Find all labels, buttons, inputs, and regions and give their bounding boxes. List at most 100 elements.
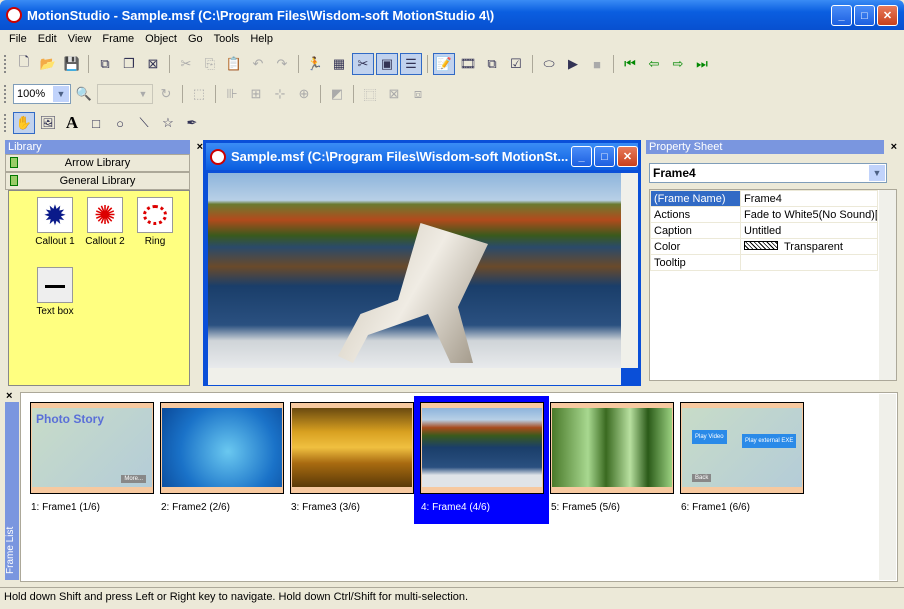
last-frame-icon[interactable]: ⏭ — [691, 53, 713, 75]
frame-list-view-icon[interactable]: ☰ — [400, 53, 422, 75]
frame-label[interactable]: 1: Frame1 (1/6) — [31, 502, 100, 513]
frame-canvas[interactable] — [208, 173, 621, 368]
document-minimize-button[interactable]: _ — [571, 146, 592, 167]
duplicate-frame-icon[interactable]: ❐ — [118, 53, 140, 75]
frame-label[interactable]: 5: Frame5 (5/6) — [551, 502, 620, 513]
horizontal-scrollbar[interactable] — [208, 368, 621, 385]
frame-label[interactable]: 2: Frame2 (2/6) — [161, 502, 230, 513]
chevron-down-icon[interactable]: ▼ — [53, 86, 69, 102]
property-value[interactable] — [740, 254, 878, 271]
image-tool-icon[interactable]: 🖼 — [37, 112, 59, 134]
vertical-scrollbar[interactable] — [879, 190, 896, 380]
menu-view[interactable]: View — [63, 33, 98, 45]
next-frame-icon[interactable]: ⇨ — [667, 53, 689, 75]
zoom-select[interactable]: 100% ▼ — [13, 84, 71, 104]
maximize-button[interactable]: □ — [854, 5, 875, 26]
vertical-scrollbar[interactable] — [621, 173, 638, 368]
menu-go[interactable]: Go — [183, 33, 209, 45]
star-tool-icon[interactable]: ☆ — [157, 112, 179, 134]
center-both-icon[interactable]: ⊕ — [293, 83, 315, 105]
checklist-icon[interactable]: ☑ — [505, 53, 527, 75]
hand-tool-icon[interactable]: ✋ — [13, 112, 35, 134]
filmstrip-icon[interactable]: 🎞 — [457, 53, 479, 75]
property-value[interactable]: Transparent — [740, 238, 878, 255]
new-icon[interactable]: 🗋 — [13, 53, 35, 75]
first-frame-icon[interactable]: ⏮ — [619, 53, 641, 75]
document-maximize-button[interactable]: □ — [594, 146, 615, 167]
undo-icon[interactable]: ↶ — [247, 53, 269, 75]
object-select[interactable]: Frame4 ▼ — [649, 163, 887, 183]
run-icon[interactable]: 🏃 — [304, 53, 326, 75]
library-item-ring[interactable]: Ring — [125, 197, 185, 247]
align-icon[interactable]: ⊪ — [221, 83, 243, 105]
menu-object[interactable]: Object — [140, 33, 183, 45]
menu-tools[interactable]: Tools — [209, 33, 246, 45]
frame-thumbnail-6[interactable]: Play Video Play external EXE Back — [680, 402, 804, 494]
play-icon[interactable]: ▶ — [562, 53, 584, 75]
menu-edit[interactable]: Edit — [33, 33, 63, 45]
library-view-icon[interactable]: ▣ — [376, 53, 398, 75]
property-row[interactable]: Tooltip — [650, 254, 878, 271]
rectangle-tool-icon[interactable]: □ — [85, 112, 107, 134]
property-row[interactable]: (Frame Name) Frame4 — [650, 190, 878, 207]
cut-icon[interactable]: ✂ — [175, 53, 197, 75]
open-icon[interactable]: 📂 — [37, 53, 59, 75]
menu-file[interactable]: File — [4, 33, 33, 45]
minimize-button[interactable]: _ — [831, 5, 852, 26]
delete-frame-icon[interactable]: ⊠ — [142, 53, 164, 75]
order-icon[interactable]: ◩ — [326, 83, 348, 105]
general-library-button[interactable]: General Library — [5, 172, 190, 190]
toolbar-grip[interactable] — [4, 114, 7, 132]
regroup-icon[interactable]: ⧈ — [407, 83, 429, 105]
frame-thumbnail-3[interactable] — [290, 402, 414, 494]
toolbar-grip[interactable] — [4, 85, 7, 103]
property-value[interactable]: Frame4 — [740, 190, 878, 207]
copy-icon[interactable]: ⎘ — [199, 53, 221, 75]
redo-icon[interactable]: ↷ — [271, 53, 293, 75]
close-button[interactable]: ✕ — [877, 5, 898, 26]
size-select[interactable]: ▼ — [97, 84, 153, 104]
paste-icon[interactable]: 📋 — [223, 53, 245, 75]
close-icon[interactable]: × — [891, 140, 897, 154]
save-icon[interactable]: 💾 — [61, 53, 83, 75]
stop-icon[interactable]: ■ — [586, 53, 608, 75]
vertical-scrollbar[interactable] — [879, 394, 896, 580]
property-value[interactable]: Untitled — [740, 222, 878, 239]
document-close-button[interactable]: ✕ — [617, 146, 638, 167]
exe-icon[interactable]: ⬭ — [538, 53, 560, 75]
transform-icon[interactable]: ⬚ — [188, 83, 210, 105]
text-tool-icon[interactable]: A — [61, 112, 83, 134]
layers-icon[interactable]: ⧉ — [481, 53, 503, 75]
menu-help[interactable]: Help — [245, 33, 279, 45]
zoom-icon[interactable]: 🔍 — [73, 83, 95, 105]
frame-thumbnail-2[interactable] — [160, 402, 284, 494]
chevron-down-icon[interactable]: ▼ — [869, 165, 885, 181]
arrow-library-button[interactable]: Arrow Library — [5, 154, 190, 172]
add-frame-icon[interactable]: ⧉ — [94, 53, 116, 75]
ungroup-icon[interactable]: ⊠ — [383, 83, 405, 105]
ellipse-tool-icon[interactable]: ○ — [109, 112, 131, 134]
grid-icon[interactable]: ▦ — [328, 53, 350, 75]
frame-label[interactable]: 4: Frame4 (4/6) — [421, 502, 490, 513]
frame-thumbnail-5[interactable] — [550, 402, 674, 494]
property-row[interactable]: Actions Fade to White5(No Sound)[ — [650, 206, 878, 223]
frame-thumbnail-4[interactable] — [420, 402, 544, 494]
line-tool-icon[interactable]: ⟍ — [133, 112, 155, 134]
toolbar-grip[interactable] — [4, 55, 7, 73]
tools-icon[interactable]: ✂ — [352, 53, 374, 75]
center-icon[interactable]: ⊞ — [245, 83, 267, 105]
property-row[interactable]: Color Transparent — [650, 238, 878, 255]
frame-thumbnail-1[interactable]: Photo Story More... — [30, 402, 154, 494]
menu-frame[interactable]: Frame — [97, 33, 140, 45]
property-value[interactable]: Fade to White5(No Sound)[ — [740, 206, 878, 223]
previous-frame-icon[interactable]: ⇦ — [643, 53, 665, 75]
chevron-down-icon[interactable]: ▼ — [135, 86, 151, 102]
rotate-icon[interactable]: ↻ — [155, 83, 177, 105]
frame-label[interactable]: 6: Frame1 (6/6) — [681, 502, 750, 513]
pen-tool-icon[interactable]: ✒ — [181, 112, 203, 134]
group-icon[interactable]: ⿴ — [359, 83, 381, 105]
frame-label[interactable]: 3: Frame3 (3/6) — [291, 502, 360, 513]
library-item-text-box[interactable]: ▬▬ Text box — [25, 267, 85, 317]
close-icon[interactable]: × — [6, 390, 12, 402]
property-sheet-icon[interactable]: 📝 — [433, 53, 455, 75]
